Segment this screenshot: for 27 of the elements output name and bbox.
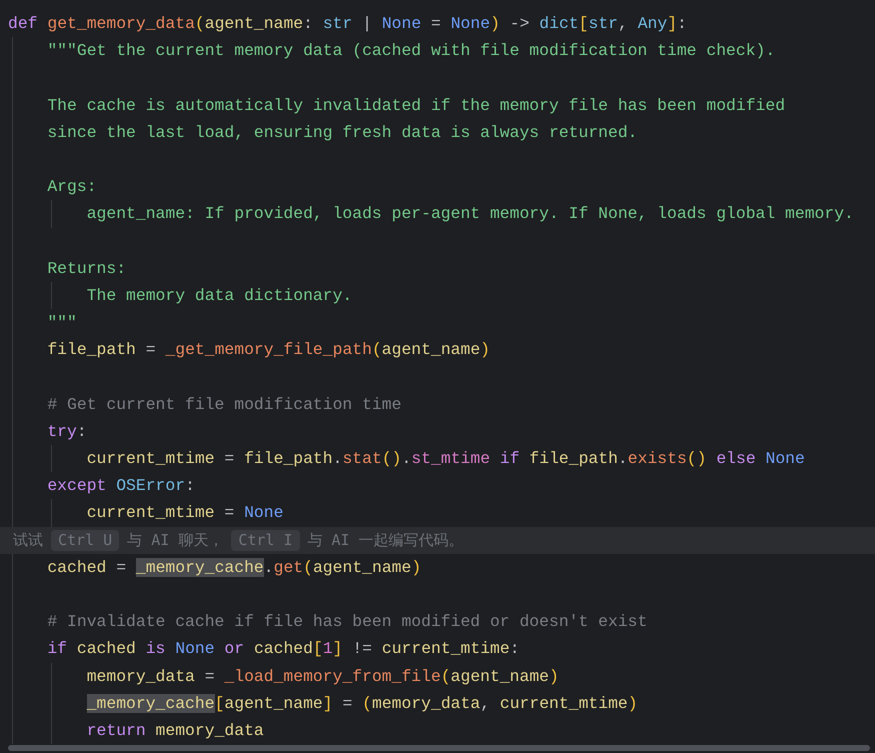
- code-line: file_path = _get_memory_file_path(agent_name): [47, 339, 490, 362]
- code-line: def get_memory_data(agent_name: str | None = None) -> dict[str, Any]:: [8, 13, 687, 35]
- hint-text: 与 AI 一起编写代码。: [308, 530, 464, 551]
- code-line: The memory data dictionary.: [86, 284, 352, 307]
- code-line: _memory_cache[agent_name] = (memory_data, current_mtime): [86, 692, 638, 715]
- code-line: """: [47, 312, 77, 334]
- code-line: memory_data = _load_memory_from_file(agent_name): [86, 666, 559, 688]
- code-line: Returns:: [47, 258, 126, 280]
- code-line: if cached is None or cached[1] != current_mtime:: [47, 638, 520, 660]
- code-line: current_mtime = file_path.stat().st_mtime if file_path.exists() else None: [86, 448, 805, 470]
- hint-text: 试试: [13, 530, 43, 551]
- code-line: current_mtime = None: [86, 502, 284, 524]
- shortcut-key: Ctrl U: [51, 530, 120, 551]
- code-line: The cache is automatically invalidated if the memory file has been modified: [47, 94, 786, 117]
- code-line: # Get current file modification time: [47, 394, 402, 416]
- code-line: except OSError:: [47, 475, 195, 498]
- code-line: since the last load, ensuring fresh data is always returned.: [47, 122, 638, 144]
- scrollbar[interactable]: [8, 745, 870, 751]
- shortcut-key: Ctrl I: [231, 530, 300, 551]
- code-line: Args:: [47, 176, 97, 198]
- hint-text: 与 AI 聊天，: [127, 530, 224, 551]
- code-line: cached = _memory_cache.get(agent_name): [47, 556, 422, 579]
- code-line: """Get the current memory data (cached with file modification time check).: [47, 40, 776, 62]
- code-line: agent_name: If provided, loads per-agent memory. If None, loads global memory.: [86, 203, 854, 226]
- code-line: return memory_data: [86, 720, 264, 742]
- code-line: # Invalidate cache if file has been modified or doesn't exist: [47, 611, 648, 634]
- code-line: try:: [47, 420, 87, 443]
